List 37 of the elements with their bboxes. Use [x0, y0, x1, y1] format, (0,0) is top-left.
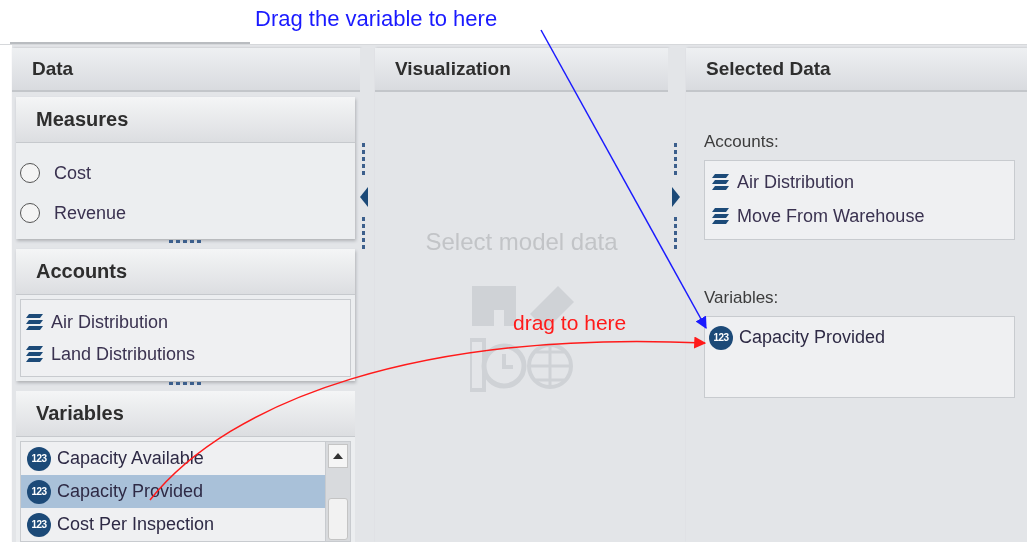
radio-button[interactable] — [20, 203, 40, 223]
grip-icon[interactable] — [362, 143, 365, 177]
list-item[interactable]: Land Distributions — [25, 338, 350, 370]
layers-icon — [25, 312, 45, 332]
section-header[interactable]: Variables — [16, 391, 355, 437]
accounts-drop-box[interactable]: Air Distribution Move From Warehouse — [704, 160, 1015, 240]
grip-icon[interactable] — [169, 382, 203, 385]
grip-icon[interactable] — [674, 143, 677, 177]
grip-icon[interactable] — [169, 240, 203, 243]
list-item[interactable]: 123 Cost Per Inspection — [21, 508, 325, 541]
grip-icon[interactable] — [362, 217, 365, 251]
list-item[interactable]: Air Distribution — [25, 306, 350, 338]
section-header[interactable]: Measures — [16, 97, 355, 143]
panel-header: Selected Data — [686, 48, 1027, 92]
right-triangle-icon[interactable] — [672, 187, 680, 207]
list-item[interactable]: 123 Capacity Provided — [705, 321, 1008, 354]
panel-header: Visualization — [375, 48, 668, 92]
measure-label: Cost — [54, 162, 91, 184]
annotation-text: drag to here — [513, 311, 627, 335]
list-item[interactable]: Move From Warehouse — [711, 199, 1008, 233]
layers-icon — [711, 172, 731, 192]
variables-drop-box[interactable]: 123 Capacity Provided — [704, 316, 1015, 398]
layers-icon — [711, 206, 731, 226]
annotation-text: Drag the variable to here — [255, 6, 498, 32]
list-item[interactable]: Air Distribution — [711, 165, 1008, 199]
up-arrow-icon — [333, 453, 343, 459]
section-header[interactable]: Accounts — [16, 249, 355, 295]
radio-button[interactable] — [20, 163, 40, 183]
left-triangle-icon[interactable] — [360, 187, 368, 207]
grip-icon[interactable] — [674, 217, 677, 251]
scroll-up-button[interactable] — [328, 444, 348, 468]
layers-icon — [25, 344, 45, 364]
panel-header: Data — [12, 48, 360, 92]
measure-label: Revenue — [54, 202, 127, 224]
scrollbar[interactable] — [325, 442, 350, 541]
section-label: Accounts: — [704, 132, 780, 152]
section-label: Variables: — [704, 288, 780, 308]
